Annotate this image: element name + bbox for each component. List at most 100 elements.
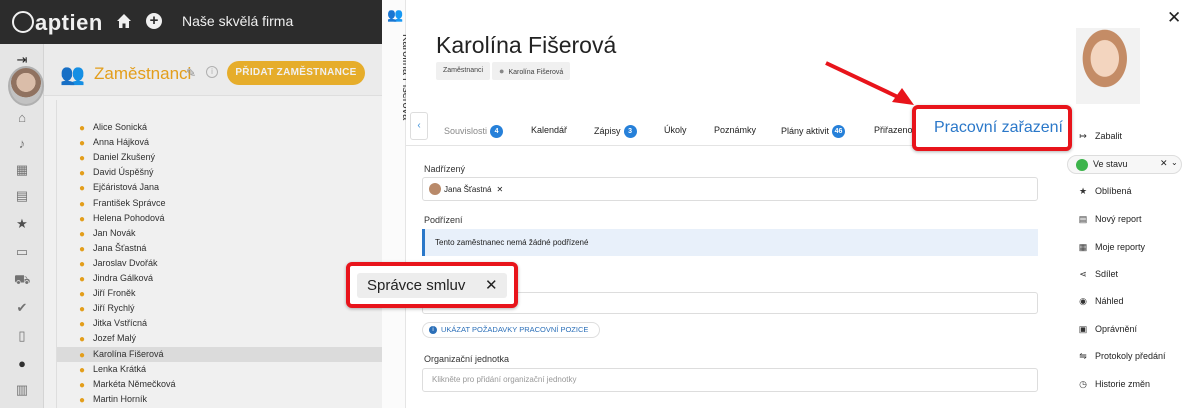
list-item[interactable]: ● Karolína Fišerová [57,346,383,362]
list-item[interactable]: ● Helena Pohodová [57,211,383,226]
sidebar-item-favorites[interactable]: ★ Oblíbená [1076,183,1132,199]
status-select[interactable]: Ve stavu ✕ ⌄ [1067,155,1182,174]
tab-job-position-highlight[interactable]: Pracovní zařazení [912,105,1072,151]
org-unit-field[interactable]: Klikněte pro přidání organizační jednotk… [422,368,1038,392]
bell-icon[interactable]: ♪ [14,136,30,152]
sidebar-item-new-report[interactable]: ▤ Nový report [1076,211,1142,227]
person-icon: ● [79,289,86,301]
check-icon[interactable]: ✔ [14,300,30,316]
tabs-prev-icon[interactable]: ‹ [410,112,428,140]
position-chip[interactable]: Správce smluv ✕ [357,273,507,298]
tab-assigned[interactable]: Přiřazeno [874,125,913,135]
sidebar-item-history[interactable]: ◷ Historie změn [1076,376,1150,392]
employee-list-name: Daniel Zkušený [93,152,156,163]
tab-notes[interactable]: Poznámky [714,125,756,135]
requirements-label: UKÁZAT POŽADAVKY PRACOVNÍ POZICE [441,325,589,334]
tab-records[interactable]: Zápisy 3 [594,125,637,138]
list-item[interactable]: ● Jindra Gálková [57,271,383,286]
tab-calendar[interactable]: Kalendář [531,125,567,135]
position-chip-highlight[interactable]: Správce smluv ✕ [346,262,518,308]
list-item[interactable]: ● Jitka Vstřícná [57,316,383,331]
app-logo[interactable]: aptien [12,10,103,36]
supervisor-name: Jana Šťastná [444,185,492,194]
tab-context[interactable]: Souvislosti 4 [444,125,504,138]
list-item[interactable]: ● František Správce [57,196,383,211]
list-item[interactable]: ● Jan Novák [57,226,383,241]
company-name[interactable]: Naše skvělá firma [182,13,293,29]
supervisor-field[interactable]: Jana Šťastná ✕ [422,177,1038,201]
list-item[interactable]: ● Markéta Němečková [57,377,383,392]
tab-tasks[interactable]: Úkoly [664,125,687,135]
building-icon[interactable]: ▥ [14,382,30,398]
list-item[interactable]: ● Martin Horník [57,392,383,407]
person-icon[interactable]: ● [14,356,30,372]
employees-header: 👥 Zaměstnanci ✎ i PŘIDAT ZAMĚSTNANCE [44,44,382,96]
person-icon: ● [499,66,505,76]
supervisor-chip[interactable]: Jana Šťastná ✕ [429,182,503,198]
sidebar-item-my-reports[interactable]: ▦ Moje reporty [1076,239,1145,255]
clipboard-icon[interactable]: ▤ [14,188,30,204]
list-item[interactable]: ● Anna Hájková [57,135,383,150]
list-item[interactable]: ● Lenka Krátká [57,362,383,377]
user-avatar[interactable] [8,66,44,106]
edit-icon[interactable]: ✎ [186,66,196,80]
list-item[interactable]: ● Jozef Malý [57,331,383,346]
person-icon: ● [79,334,86,346]
add-employee-button[interactable]: PŘIDAT ZAMĚSTNANCE [227,61,365,85]
status-dot [1076,159,1088,171]
breadcrumb-employee[interactable]: ● Karolína Fišerová [492,62,571,80]
position-value: Správce smluv [367,277,466,294]
logo-text: aptien [35,10,103,35]
active-tab-label: Pracovní zařazení [934,119,1063,136]
sidebar-item-preview[interactable]: ◉ Náhled [1076,293,1123,309]
file-icon[interactable]: ▯ [14,328,30,344]
panel-tab-strip[interactable]: 👥 Karolína Fišerová [382,0,412,408]
employee-list-name: Markéta Němečková [93,378,176,389]
home-icon[interactable] [116,13,132,29]
employee-list-name: Alice Sonická [93,122,148,132]
list-item[interactable]: ● Alice Sonická [57,120,383,135]
truck-icon[interactable]: ⛟ [14,272,30,288]
star-icon: ★ [1078,186,1088,196]
clear-icon[interactable]: ✕ [1160,158,1168,169]
calendar-icon[interactable]: ▦ [14,162,30,178]
sidebar-item-label: Moje reporty [1095,242,1146,252]
sidebar-item-handover[interactable]: ⇋ Protokoly předání [1076,348,1166,364]
employee-list-name: Jan Novák [93,227,136,238]
list-item[interactable]: ● Jiří Froněk [57,286,383,301]
show-requirements-button[interactable]: i UKÁZAT POŽADAVKY PRACOVNÍ POZICE [422,322,600,338]
chevron-down-icon[interactable]: ⌄ [1171,158,1178,167]
breadcrumb-employees[interactable]: Zaměstnanci [436,62,491,80]
plus-icon[interactable]: + [146,13,162,29]
star-icon[interactable]: ★ [14,216,30,232]
person-icon: ● [79,258,86,270]
collapse-button[interactable]: ↦ Zabalit [1076,128,1122,144]
eye-icon: ◉ [1079,296,1087,306]
list-item[interactable]: ● Ejčáristová Jana [57,180,383,195]
subordinates-notice: Tento zaměstnanec nemá žádné podřízené [422,229,1038,256]
list-item[interactable]: ● Jana Šťastná [57,241,383,256]
sidebar-item-share[interactable]: ⋖ Sdílet [1076,266,1118,282]
list-item[interactable]: ● David Úspěšný [57,165,383,180]
tab-activity-plans[interactable]: Plány aktivit 46 [781,125,846,138]
list-item[interactable]: ● Jaroslav Dvořák [57,256,383,271]
close-icon[interactable]: ✕ [1167,8,1181,28]
list-item[interactable]: ● Jiří Rychlý [57,301,383,316]
document-icon[interactable]: ▭ [14,244,30,260]
person-icon: ● [79,243,86,255]
home-icon[interactable]: ⌂ [14,110,30,126]
person-icon: ● [79,274,86,285]
sidebar-item-permissions[interactable]: ▣ Oprávnění [1076,321,1137,337]
person-icon: ● [79,364,86,376]
info-icon[interactable]: i [206,66,218,78]
tab-badge: 4 [490,125,504,138]
sidebar-item-label: Protokoly předání [1095,351,1166,361]
avatar [429,183,441,195]
list-item[interactable]: ● Daniel Zkušený [57,150,383,165]
remove-icon[interactable]: ✕ [496,185,503,194]
remove-icon[interactable]: ✕ [485,276,498,294]
page: aptien + Naše skvělá firma ⇥ ⌂ ♪ ▦ ▤ ★ ▭… [0,0,1200,408]
breadcrumb-employee-label: Karolína Fišerová [508,69,564,76]
report-icon: ▤ [1078,214,1088,224]
employee-list-name: Jitka Vstřícná [93,318,148,329]
